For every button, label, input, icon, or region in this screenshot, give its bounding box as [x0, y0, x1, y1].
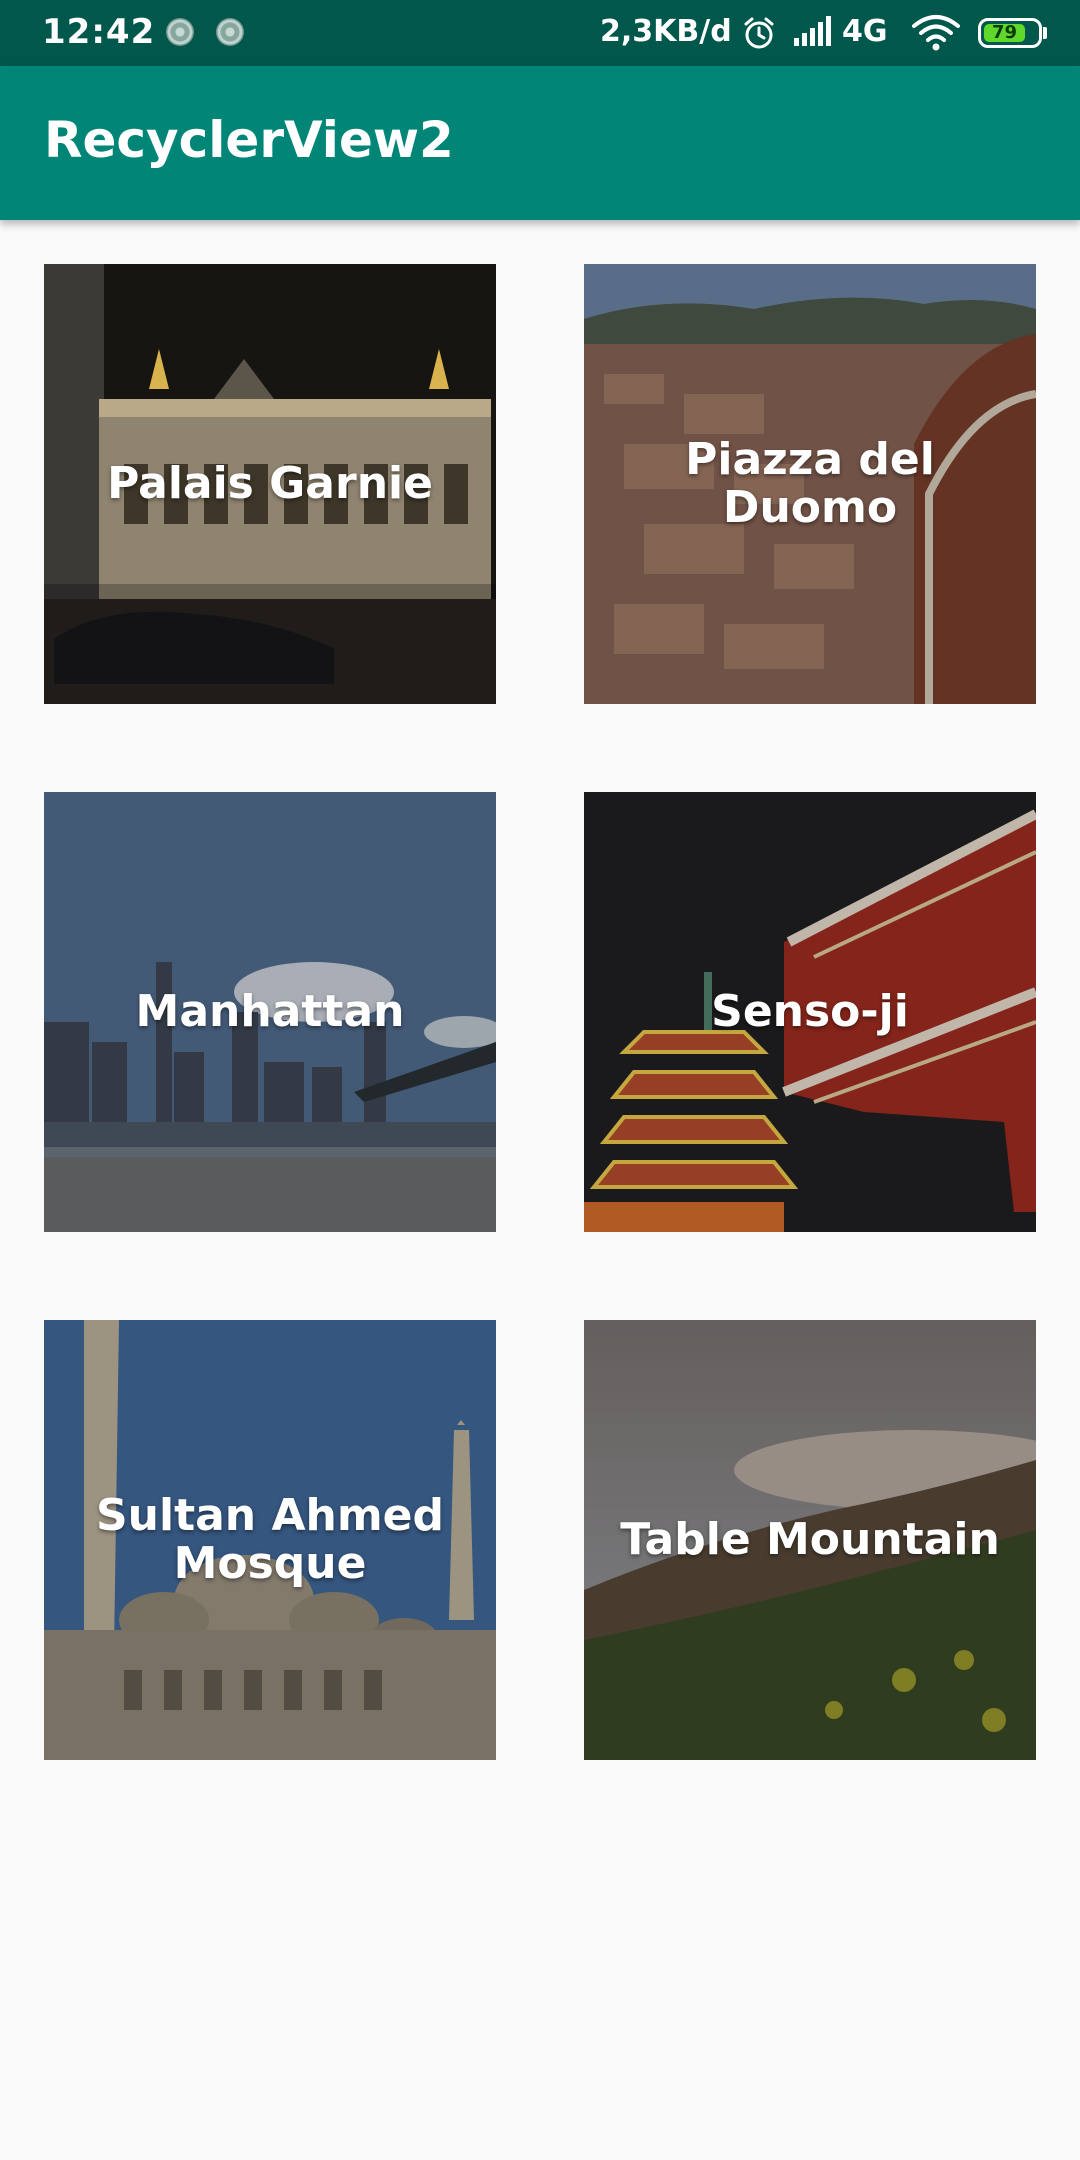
network-speed: 2,3KB/d [600, 14, 732, 49]
notification-icon [216, 18, 244, 46]
grid-item-sultan-ahmed-mosque[interactable]: Sultan Ahmed Mosque [44, 1320, 496, 1760]
grid-item-label: Piazza del Duomo [685, 434, 935, 533]
grid-item-manhattan[interactable]: Manhattan [44, 792, 496, 1232]
signal-icon [794, 16, 831, 46]
battery-tip [1043, 27, 1047, 39]
app-bar: RecyclerView2 [0, 66, 1080, 220]
battery-level: 79 [984, 24, 1026, 42]
grid-item-label: Senso-ji [711, 986, 909, 1037]
grid-item-senso-ji[interactable]: Senso-ji [584, 792, 1036, 1232]
grid-item-piazza-del-duomo[interactable]: Piazza del Duomo [584, 264, 1036, 704]
wifi-icon [912, 15, 960, 51]
network-type: 4G [842, 14, 888, 49]
grid-item-label: Sultan Ahmed Mosque [95, 1490, 445, 1589]
grid-item-table-mountain[interactable]: Table Mountain [584, 1320, 1036, 1760]
notification-icon [166, 18, 194, 46]
grid-item-label: Manhattan [135, 986, 405, 1037]
grid-item-label: Table Mountain [620, 1514, 1000, 1565]
status-time: 12:42 [42, 12, 156, 52]
status-bar: 12:42 2,3KB/d 4G 79 [0, 0, 1080, 66]
alarm-icon [744, 17, 774, 49]
grid-item-label: Palais Garnie [107, 458, 433, 509]
app-title: RecyclerView2 [44, 111, 454, 169]
battery-icon: 79 [978, 18, 1042, 48]
grid-item-palais-garnie[interactable]: Palais Garnie [44, 264, 496, 704]
